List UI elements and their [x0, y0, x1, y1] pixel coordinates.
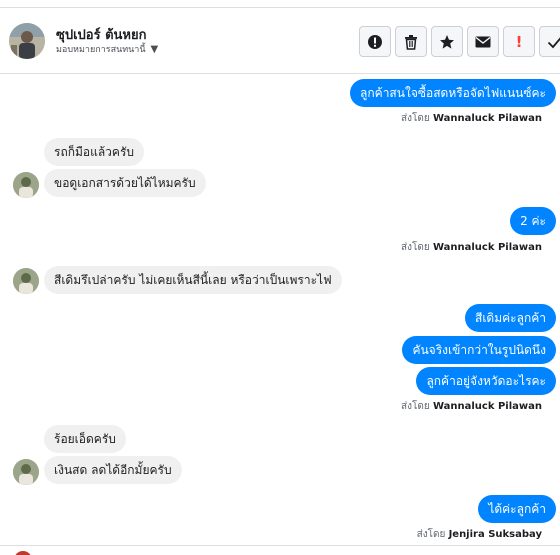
message-composer[interactable]: [0, 545, 560, 555]
alert-circle-icon: [368, 34, 382, 49]
sent-by-label: ส่งโดย Wannaluck Pilawan: [401, 242, 542, 253]
done-button[interactable]: [539, 26, 560, 57]
outgoing-message[interactable]: คันจริงเข้ากว่าในรูปนิดนึง: [402, 336, 556, 364]
customer-avatar[interactable]: [13, 459, 39, 485]
delete-button[interactable]: [395, 26, 427, 57]
assign-conversation-label: มอบหมายการสนทนานี้: [56, 45, 146, 55]
outgoing-message[interactable]: ลูกค้าอยู่จังหวัดอะไรคะ: [416, 367, 556, 395]
outgoing-message[interactable]: ได้ค่ะลูกค้า: [478, 495, 556, 523]
conversation-header: ซุปเปอร์ ต้นหยก มอบหมายการสนทนานี้ ▼ !: [0, 8, 560, 74]
sent-by-label: ส่งโดย Jenjira Suksabay: [416, 529, 542, 540]
star-icon: [440, 34, 454, 49]
spam-button[interactable]: !: [503, 26, 535, 57]
mark-important-button[interactable]: [359, 26, 391, 57]
sender-name: Wannaluck Pilawan: [432, 401, 542, 412]
page-avatar: [14, 551, 32, 555]
sent-by-label: ส่งโดย Wannaluck Pilawan: [401, 113, 542, 124]
message-thread[interactable]: ลูกค้าสนใจซื้อสดหรือจัดไฟแนนซ์คะ ส่งโดย …: [0, 75, 560, 545]
contact-avatar[interactable]: [9, 23, 45, 59]
incoming-message[interactable]: ร้อยเอ็ดครับ: [44, 425, 126, 453]
customer-avatar[interactable]: [13, 172, 39, 198]
sent-by-label: ส่งโดย Wannaluck Pilawan: [401, 401, 542, 412]
incoming-message[interactable]: เงินสด ลดได้อีกมั้ยครับ: [44, 456, 182, 484]
incoming-message[interactable]: ขอดูเอกสารด้วยได้ไหมครับ: [44, 169, 206, 197]
outgoing-message[interactable]: 2 ค่ะ: [510, 207, 556, 235]
star-button[interactable]: [431, 26, 463, 57]
sender-name: Wannaluck Pilawan: [432, 242, 542, 253]
check-icon: [547, 36, 560, 48]
exclamation-icon: !: [515, 32, 523, 51]
incoming-message[interactable]: สีเดิมรึเปล่าครับ ไม่เคยเห็นสีนี้เลย หรื…: [44, 266, 342, 294]
outgoing-message[interactable]: สีเดิมค่ะลูกค้า: [465, 304, 556, 332]
envelope-icon: [475, 36, 491, 47]
incoming-message[interactable]: รถก็มือแล้วครับ: [44, 138, 145, 166]
sender-name: Jenjira Suksabay: [448, 529, 542, 540]
trash-icon: [405, 34, 417, 50]
outgoing-message[interactable]: ลูกค้าสนใจซื้อสดหรือจัดไฟแนนซ์คะ: [350, 79, 556, 107]
customer-avatar[interactable]: [13, 268, 39, 294]
caret-down-icon: ▼: [150, 43, 159, 55]
assign-conversation-dropdown[interactable]: มอบหมายการสนทนานี้ ▼: [56, 42, 158, 56]
mark-unread-button[interactable]: [467, 26, 499, 57]
sender-name: Wannaluck Pilawan: [432, 113, 542, 124]
top-strip: [0, 0, 560, 8]
